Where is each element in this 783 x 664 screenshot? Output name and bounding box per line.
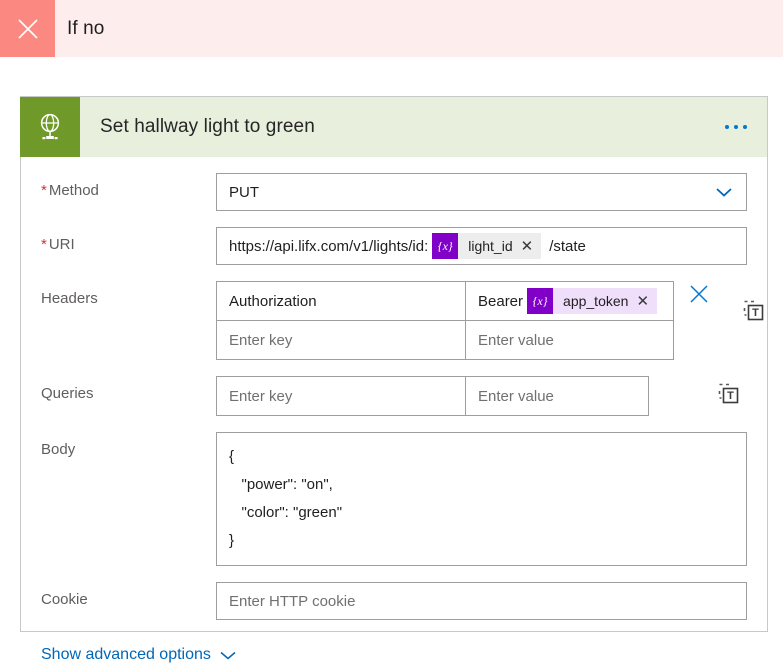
method-label: *Method: [41, 173, 216, 200]
required-marker: *: [41, 236, 47, 253]
queries-table: Enter key Enter value: [216, 376, 649, 416]
body-input[interactable]: { "power": "on", "color": "green" }: [216, 432, 747, 566]
show-advanced-options-label: Show advanced options: [41, 646, 211, 664]
table-row: Enter key Enter value: [217, 321, 673, 359]
query-value-input[interactable]: Enter value: [466, 377, 648, 415]
close-icon[interactable]: ✕: [636, 294, 649, 309]
header-value-input-empty[interactable]: Enter value: [466, 321, 673, 359]
globe-http-icon: [20, 97, 80, 157]
token-name: app_token: [563, 293, 628, 309]
card-body: *Method PUT *URI https:/: [21, 173, 767, 664]
text-mode-icon[interactable]: T: [717, 382, 741, 406]
close-branch-button[interactable]: [0, 0, 55, 57]
cookie-label: Cookie: [41, 582, 216, 609]
field-row-body: Body { "power": "on", "color": "green" }: [41, 432, 747, 566]
svg-text:T: T: [727, 390, 734, 402]
method-select[interactable]: PUT: [216, 173, 747, 211]
token-chip-light-id[interactable]: {x} light_id ✕: [432, 233, 541, 259]
field-row-headers: Headers Authorization Bearer {x} app_tok…: [41, 281, 747, 360]
if-no-banner: If no: [0, 0, 783, 57]
chevron-down-icon[interactable]: [702, 186, 746, 198]
headers-row-actions: T: [684, 281, 772, 319]
field-row-cookie: Cookie Enter HTTP cookie: [41, 582, 747, 620]
header-value-prefix: Bearer: [478, 293, 523, 310]
header-key-input-empty[interactable]: Enter key: [217, 321, 466, 359]
uri-input[interactable]: https://api.lifx.com/v1/lights/id: {x} l…: [216, 227, 747, 265]
queries-label: Queries: [41, 376, 216, 403]
field-row-queries: Queries Enter key Enter value T: [41, 376, 747, 416]
table-row: Enter key Enter value: [217, 377, 648, 415]
delete-header-row-button[interactable]: [688, 283, 710, 305]
field-row-uri: *URI https://api.lifx.com/v1/lights/id: …: [41, 227, 747, 265]
body-label: Body: [41, 432, 216, 459]
header-value-input[interactable]: Bearer {x} app_token ✕: [466, 282, 673, 320]
token-chip-app-token[interactable]: {x} app_token ✕: [527, 288, 657, 314]
uri-prefix-text: https://api.lifx.com/v1/lights/id:: [229, 238, 428, 255]
token-name: light_id: [468, 238, 512, 254]
table-row: Authorization Bearer {x} app_token ✕: [217, 282, 673, 321]
queries-row-actions: T: [659, 376, 747, 414]
card-header[interactable]: Set hallway light to green: [21, 97, 767, 157]
card-title: Set hallway light to green: [80, 116, 315, 138]
close-icon[interactable]: ✕: [521, 239, 534, 254]
token-glyph-icon: {x}: [527, 288, 553, 314]
text-mode-icon[interactable]: T: [742, 299, 766, 323]
uri-suffix-text: /state: [549, 238, 586, 255]
close-icon: [15, 16, 41, 42]
header-key-input[interactable]: Authorization: [217, 282, 466, 320]
http-action-card: Set hallway light to green *Method PUT: [20, 96, 768, 632]
svg-text:T: T: [752, 307, 759, 319]
chevron-down-icon: [219, 650, 237, 661]
branch-title: If no: [55, 0, 104, 57]
field-row-method: *Method PUT: [41, 173, 747, 211]
ellipsis-icon[interactable]: [719, 117, 753, 137]
headers-table: Authorization Bearer {x} app_token ✕: [216, 281, 674, 360]
uri-label: *URI: [41, 227, 216, 254]
method-value: PUT: [229, 184, 702, 201]
token-glyph-icon: {x}: [432, 233, 458, 259]
show-advanced-options-link[interactable]: Show advanced options: [41, 646, 237, 664]
cookie-input[interactable]: Enter HTTP cookie: [216, 582, 747, 620]
required-marker: *: [41, 182, 47, 199]
headers-label: Headers: [41, 281, 216, 308]
query-key-input[interactable]: Enter key: [217, 377, 466, 415]
